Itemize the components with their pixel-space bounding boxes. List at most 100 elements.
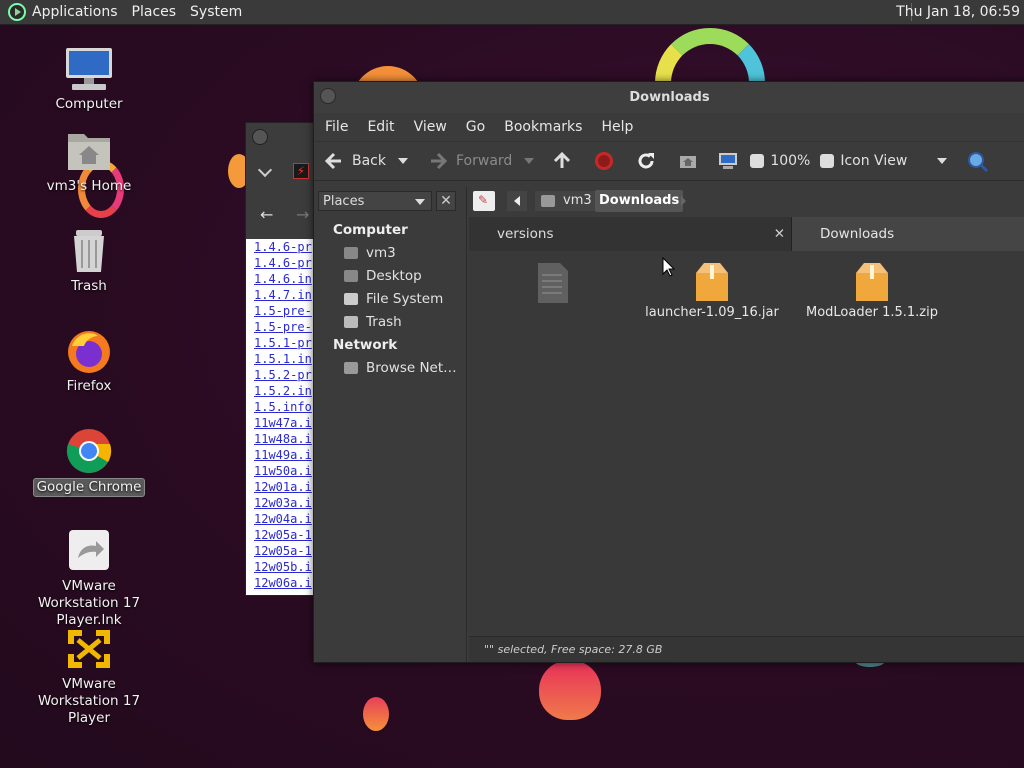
sidebar-header-network: Network [333, 337, 398, 353]
desktop-icon-chrome[interactable]: Google Chrome [24, 428, 154, 497]
menu-edit[interactable]: Edit [367, 119, 394, 135]
panel-menu-system[interactable]: System [190, 4, 242, 20]
zoom-level: 100% [770, 153, 811, 169]
forward-arrow-icon[interactable]: → [296, 205, 309, 224]
desktop-icon-label: Firefox [66, 378, 112, 394]
chevron-down-icon [937, 158, 948, 164]
panel-menu-places[interactable]: Places [132, 4, 177, 20]
path-segment-downloads[interactable]: Downloads [595, 190, 684, 212]
file-manager-window[interactable]: Downloads File Edit View Go Bookmarks He… [313, 81, 1024, 663]
toolbar: Back Forward 100% Icon View [314, 141, 1024, 181]
chevron-down-icon[interactable] [398, 158, 408, 164]
menu-view[interactable]: View [414, 119, 447, 135]
vmware-icon [64, 626, 114, 672]
desktop-icon-label: vm3's Home [46, 178, 132, 194]
panel-clock[interactable]: Thu Jan 18, 06:59 [896, 4, 1020, 20]
computer-icon [64, 46, 114, 92]
stop-button[interactable] [594, 151, 622, 171]
forward-button[interactable]: Forward [428, 151, 535, 171]
breadcrumb: ✎ vm3 Downloads [469, 187, 1024, 217]
back-arrow-icon[interactable]: ← [260, 205, 273, 224]
window-menu-button[interactable] [252, 129, 268, 145]
close-icon: ✕ [440, 193, 452, 209]
desktop-icon-computer[interactable]: Computer [24, 46, 154, 113]
sidebar-item-vm3[interactable]: vm3 [344, 245, 396, 261]
desktop-icon-label: Trash [71, 278, 107, 294]
plus-icon [820, 154, 835, 168]
menu-help[interactable]: Help [601, 119, 633, 135]
tab-downloads[interactable]: Downloads [792, 217, 1024, 251]
search-icon [967, 151, 989, 173]
window-title: Downloads [629, 90, 710, 105]
close-sidebar-button[interactable]: ✕ [436, 191, 456, 211]
home-folder-icon [678, 151, 698, 171]
tab-versions[interactable]: versions ✕ [469, 217, 792, 251]
sidebar-header-computer: Computer [333, 222, 408, 238]
desktop-folder-icon [344, 270, 358, 282]
back-button[interactable]: Back [324, 151, 408, 171]
zoom-in-button[interactable] [820, 154, 840, 168]
chevron-down-icon[interactable] [257, 162, 273, 178]
mouse-cursor-icon [662, 256, 676, 281]
path-segment-vm3[interactable]: vm3 [535, 191, 598, 211]
menu-go[interactable]: Go [466, 119, 485, 135]
tab-label: Downloads [820, 226, 895, 242]
file-item[interactable]: launcher-1.09_16.jar [637, 261, 787, 320]
file-item[interactable]: ModLoader 1.5.1.zip [797, 261, 947, 320]
search-button[interactable] [967, 151, 995, 173]
edit-location-button[interactable]: ✎ [473, 191, 495, 211]
sidebar-item-label: Trash [366, 314, 402, 330]
status-bar: "" selected, Free space: 27.8 GB [469, 636, 1024, 662]
up-button[interactable] [552, 151, 580, 171]
top-panel: Applications Places System Thu Jan 18, 0… [0, 0, 1024, 25]
menu-bookmarks[interactable]: Bookmarks [504, 119, 582, 135]
forward-arrow-icon [428, 151, 448, 171]
sidebar-item-filesystem[interactable]: File System [344, 291, 443, 307]
drive-icon [344, 293, 358, 305]
minus-icon [750, 154, 765, 168]
view-mode-label: Icon View [840, 153, 908, 169]
chevron-left-icon [514, 196, 520, 206]
desktop-icon-vmware[interactable]: VMware Workstation 17 Player [24, 626, 154, 727]
pencil-icon: ✎ [478, 193, 489, 207]
network-icon [344, 362, 358, 374]
sidebar-item-desktop[interactable]: Desktop [344, 268, 422, 284]
panel-menu-applications[interactable]: Applications [32, 4, 118, 20]
zoom-out-button[interactable]: 100% [750, 153, 810, 169]
menu-file[interactable]: File [325, 119, 348, 135]
desktop-icon-home[interactable]: vm3's Home [24, 128, 154, 195]
file-grid: launcher-1.09_16.jar ModLoader 1.5.1.zip [469, 251, 1024, 636]
path-scroll-left-button[interactable] [507, 191, 527, 211]
home-button[interactable] [678, 151, 706, 171]
archive-icon [692, 261, 732, 305]
sidebar-item-browse-network[interactable]: Browse Net… [344, 360, 457, 376]
chevron-right-icon[interactable] [681, 196, 686, 206]
stop-icon [594, 151, 614, 171]
tab-bar: versions ✕ Downloads [469, 217, 1024, 251]
distro-logo-icon[interactable] [8, 3, 26, 21]
home-folder-icon [64, 128, 114, 174]
window-menu-button[interactable] [320, 88, 336, 104]
sidebar-mode-select[interactable]: Places [318, 191, 432, 211]
tab-label: versions [497, 226, 554, 242]
desktop-icon-vmware-shortcut[interactable]: VMware Workstation 17 Player.lnk [24, 528, 154, 629]
file-item[interactable] [477, 261, 627, 305]
chevron-down-icon [415, 199, 425, 205]
archive-icon [852, 261, 892, 305]
window-titlebar[interactable]: Downloads [314, 82, 1024, 113]
menu-bar: File Edit View Go Bookmarks Help [314, 113, 1024, 141]
back-arrow-icon [324, 151, 344, 171]
computer-icon [718, 151, 738, 171]
file-name: ModLoader 1.5.1.zip [806, 305, 938, 320]
desktop-icon-trash[interactable]: Trash [24, 228, 154, 295]
reload-button[interactable] [636, 151, 664, 171]
shortcut-icon [64, 528, 114, 574]
sidebar-item-trash[interactable]: Trash [344, 314, 402, 330]
chevron-down-icon[interactable] [524, 158, 535, 164]
back-label: Back [352, 153, 386, 169]
computer-button[interactable] [718, 151, 746, 171]
close-icon[interactable]: ✕ [774, 217, 785, 251]
firefox-icon [64, 328, 114, 374]
view-mode-select[interactable]: Icon View [840, 153, 948, 169]
desktop-icon-firefox[interactable]: Firefox [24, 328, 154, 395]
